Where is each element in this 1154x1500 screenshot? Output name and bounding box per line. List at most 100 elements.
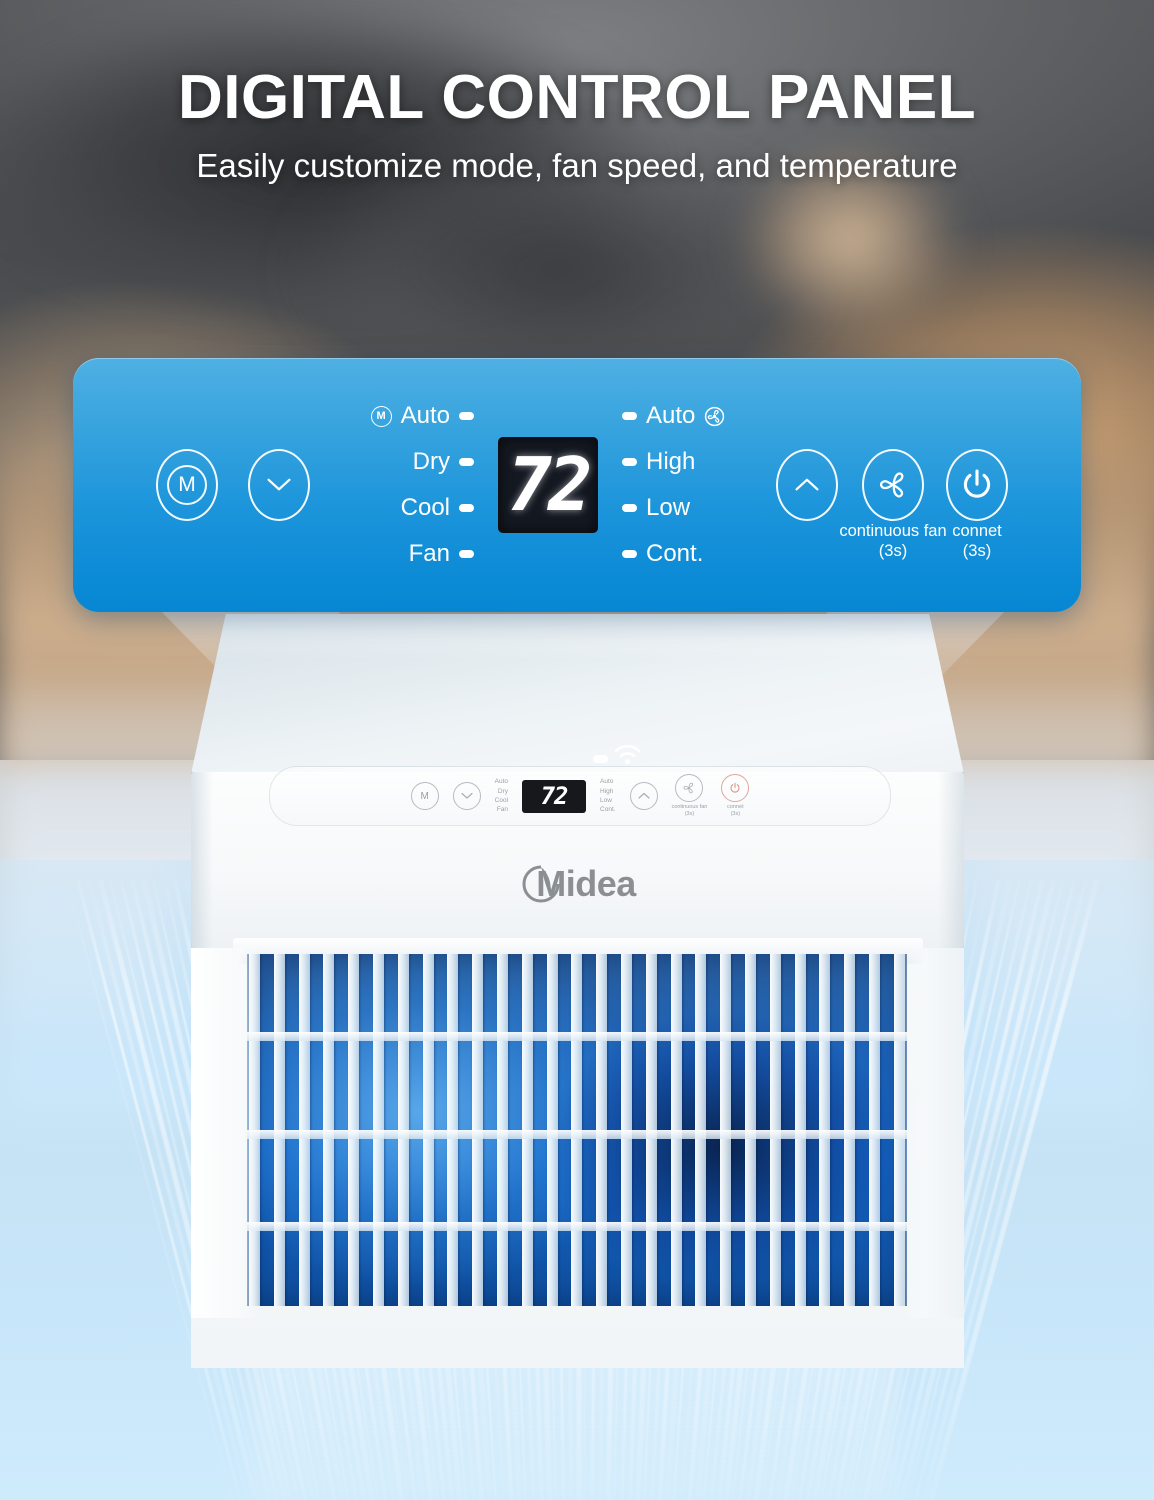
power-icon — [963, 469, 991, 498]
vent-rail — [247, 1032, 907, 1041]
fan-circle-icon — [705, 406, 725, 426]
fan-indicator-dash — [622, 550, 637, 558]
mini-fan-label-group: Auto High Low Cont. — [600, 777, 616, 815]
brand-logo: Midea — [191, 862, 964, 906]
mini-temp-down-button[interactable] — [452, 782, 481, 810]
temp-up-wrap[interactable] — [776, 449, 838, 521]
fan-label-auto: Auto — [622, 402, 750, 430]
mini-cn-line1: connet — [727, 803, 744, 810]
connect-caption-line1: connet — [952, 522, 1002, 540]
fan-label-text: Auto — [646, 402, 696, 429]
continuous-fan-wrap[interactable]: continuous fan (3s) — [839, 449, 947, 560]
fan-label-text: Low — [646, 494, 691, 521]
fan-label-cont: Cont. — [622, 540, 750, 568]
chevron-up-icon — [795, 478, 819, 491]
mini-temp-up-button[interactable] — [629, 782, 658, 810]
vent-rail — [247, 1130, 907, 1139]
mode-button-wrap[interactable]: M — [156, 449, 218, 521]
mode-label-text: Dry — [412, 448, 450, 475]
mode-label-cool: Cool — [350, 494, 474, 522]
mini-mode-item: Auto — [494, 778, 509, 786]
mini-cf-line1: continuous fan — [671, 803, 708, 810]
temp-down-wrap[interactable] — [248, 449, 310, 521]
mini-continuous-fan-caption: continuous fan (3s) — [672, 804, 708, 818]
mini-cn-line2: (3s) — [730, 811, 741, 817]
mode-indicator-dash — [459, 550, 474, 558]
vent-frame — [247, 954, 907, 1306]
mode-indicator-dash — [459, 458, 474, 466]
mini-mode-item: Cool — [494, 797, 509, 804]
mini-mode-label-group: Auto Dry Cool Fan — [495, 777, 508, 815]
mode-indicator-dash — [459, 504, 474, 512]
vent-rail — [247, 1222, 907, 1231]
chevron-up-icon — [637, 792, 650, 799]
product-vent-area — [191, 938, 964, 1368]
mini-display-value: 72 — [540, 782, 569, 810]
mini-mode-button[interactable]: M — [410, 782, 439, 810]
fan-blades-icon — [684, 782, 694, 794]
mode-label-fan: Fan — [350, 540, 474, 568]
fan-indicator-dash — [622, 412, 637, 420]
callout-control-panel[interactable]: M M Auto Dry Cool Fan 72 Auto High Low C… — [73, 358, 1081, 764]
temp-down-button[interactable] — [248, 449, 310, 521]
temp-up-button[interactable] — [776, 449, 838, 521]
mini-mode-item: Dry — [497, 787, 509, 795]
temperature-display: 72 — [498, 437, 598, 533]
continuous-fan-caption-line2: (3s) — [878, 542, 908, 561]
power-connect-button[interactable] — [946, 449, 1008, 521]
mini-fan-item: Cont. — [600, 806, 616, 814]
mini-temperature-display: 72 — [522, 779, 587, 813]
fan-label-text: Cont. — [646, 540, 704, 567]
mode-button[interactable]: M — [156, 449, 218, 521]
power-connect-wrap[interactable]: connet (3s) — [946, 449, 1008, 560]
power-connect-caption: connet (3s) — [952, 521, 1002, 561]
heading-block: DIGITAL CONTROL PANEL Easily customize m… — [0, 66, 1154, 185]
chevron-down-icon — [267, 478, 291, 491]
page-title: DIGITAL CONTROL PANEL — [177, 63, 977, 132]
product-air-conditioner: M Auto Dry Cool Fan 72 Auto High Low Con… — [191, 614, 964, 1368]
wifi-indicator — [593, 742, 642, 766]
chevron-down-icon — [461, 792, 473, 799]
mini-connect-caption: connet (3s) — [727, 804, 744, 818]
mode-label-dry: Dry — [350, 448, 474, 476]
fan-indicator-dash — [622, 458, 637, 466]
screenshot-stage: DIGITAL CONTROL PANEL Easily customize m… — [0, 0, 1154, 1500]
mini-continuous-fan-group[interactable]: continuous fan (3s) — [672, 773, 708, 818]
product-mini-control-panel[interactable]: M Auto Dry Cool Fan 72 Auto High Low Con… — [269, 766, 891, 826]
mini-fan-item: Low — [600, 797, 612, 804]
fan-speed-label-column: Auto High Low Cont. — [622, 402, 750, 568]
fan-indicator-dash — [622, 504, 637, 512]
midea-swoosh-icon — [519, 862, 563, 906]
fan-label-low: Low — [622, 494, 750, 522]
mode-label-text: Cool — [400, 494, 450, 521]
mini-mode-label: M — [420, 790, 429, 802]
mode-label-text: Auto — [400, 402, 450, 429]
power-icon — [730, 782, 740, 793]
mode-label-column: M Auto Dry Cool Fan — [350, 402, 474, 568]
continuous-fan-button[interactable] — [862, 449, 924, 521]
mode-indicator-dash — [459, 412, 474, 420]
wifi-indicator-dash — [593, 755, 608, 763]
continuous-fan-caption: continuous fan (3s) — [839, 521, 946, 561]
wifi-icon — [614, 744, 641, 764]
mini-continuous-fan-button[interactable] — [675, 773, 704, 802]
fan-label-high: High — [622, 448, 750, 476]
mini-fan-item: High — [600, 787, 614, 795]
mini-fan-item: Auto — [600, 778, 614, 786]
connect-caption-line2: (3s) — [962, 542, 992, 561]
mini-power-group[interactable]: connet (3s) — [721, 773, 750, 818]
page-subtitle: Easily customize mode, fan speed, and te… — [196, 147, 958, 185]
mode-button-label: M — [178, 473, 196, 496]
continuous-fan-caption-line1: continuous fan — [839, 522, 947, 540]
mini-cf-line2: (3s) — [684, 811, 695, 817]
mode-m-badge-text: M — [376, 410, 386, 422]
mini-mode-item: Fan — [496, 806, 509, 814]
mode-label-text: Fan — [408, 540, 450, 567]
mini-power-button[interactable] — [721, 773, 750, 802]
fan-blades-icon — [879, 472, 904, 498]
mode-m-badge-icon: M — [370, 405, 392, 427]
mode-label-auto: M Auto — [350, 402, 474, 430]
product-top-surface — [191, 614, 964, 774]
display-value: 72 — [507, 442, 592, 528]
fan-label-text: High — [646, 448, 696, 475]
